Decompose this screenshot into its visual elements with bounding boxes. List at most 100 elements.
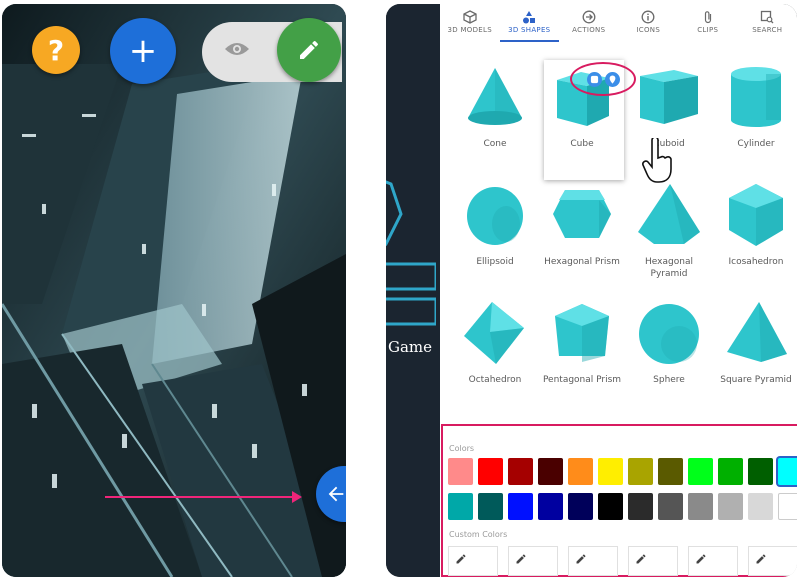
shape-cone[interactable]: Cone [452,62,538,170]
shape-cylinder[interactable]: Cylinder [713,62,797,170]
pencil-icon [300,40,318,59]
shape-label: Hexagonal Prism [544,257,620,267]
shape-label: Ellipsoid [476,257,514,267]
tab-search[interactable]: SEARCH [738,4,797,42]
game-logo-image [386,180,436,326]
library-tab-bar: 3D MODELS 3D SHAPES ACTIONS ICONS CLIPS SEARC… [440,4,797,42]
color-swatch[interactable] [688,493,713,520]
color-swatch[interactable] [598,458,623,485]
cylinder-shape-icon [731,67,781,127]
tab-clips[interactable]: CLIPS [678,4,738,42]
color-swatch[interactable] [628,493,653,520]
plus-icon: + [128,31,158,71]
tab-label: SEARCH [752,26,783,34]
color-swatch[interactable] [568,458,593,485]
location-pin-icon[interactable] [604,71,620,87]
color-swatch[interactable] [748,493,773,520]
ellipsoid-shape-icon [467,187,523,245]
color-picker: Colors Custom Colors [441,424,797,577]
color-swatch[interactable] [508,458,533,485]
pointer-hand-icon [642,138,672,183]
icosa-shape-icon [729,184,783,246]
shape-sqpyramid[interactable]: Square Pyramid [713,298,797,406]
shape-label: Octahedron [468,375,522,385]
color-swatch[interactable] [658,458,683,485]
preview-icon[interactable] [586,71,602,87]
color-swatch[interactable] [718,458,743,485]
octa-shape-icon [464,302,524,364]
tab-3d-shapes[interactable]: 3D SHAPES [499,4,559,42]
add-button[interactable]: + [110,18,176,84]
shape-action-badges [570,62,636,96]
colors-heading: Colors [449,444,475,453]
color-swatch[interactable] [538,458,563,485]
hexpyramid-shape-icon [638,184,700,244]
color-swatch[interactable] [568,493,593,520]
color-swatch[interactable] [778,458,797,485]
custom-color-slot[interactable] [628,546,678,576]
image-search-icon [761,10,774,24]
tab-3d-models[interactable]: 3D MODELS [440,4,500,42]
shapes-icon [523,11,536,24]
actions-icon [582,10,596,24]
paperclip-icon [704,11,711,24]
shape-hexprism[interactable]: Hexagonal Prism [539,180,625,288]
shape-label: Square Pyramid [720,375,792,385]
scene-behind-sheet: Game [386,4,440,577]
color-swatch[interactable] [478,458,503,485]
eye-icon[interactable] [224,40,250,58]
cuboid-shape-icon [640,70,698,124]
sqpyramid-shape-icon [727,302,787,362]
tab-label: ICONS [636,26,661,34]
tab-label: 3D SHAPES [508,26,551,34]
help-button[interactable]: ? [32,26,80,74]
shape-label: Icosahedron [728,257,784,267]
edit-button[interactable] [277,18,341,82]
custom-color-slot[interactable] [448,546,498,576]
cube-outline-icon [463,10,477,24]
shape-label: Hexagonal Pyramid [645,257,693,279]
pencil-icon [576,554,586,564]
color-swatch[interactable] [508,493,533,520]
pentprism-shape-icon [555,304,609,362]
color-swatch[interactable] [448,493,473,520]
custom-color-slot[interactable] [568,546,618,576]
shape-icosa[interactable]: Icosahedron [713,180,797,288]
scene-title-text: Game [388,338,433,356]
color-swatch[interactable] [688,458,713,485]
scene-background-image [2,4,346,577]
custom-color-slot[interactable] [748,546,797,576]
shape-sphere[interactable]: Sphere [626,298,712,406]
custom-color-slot[interactable] [688,546,738,576]
question-icon: ? [47,33,65,67]
pencil-icon [696,554,706,564]
pencil-icon [636,554,646,564]
shape-label: Pentagonal Prism [542,375,622,385]
shape-label: Sphere [653,375,685,385]
color-swatch[interactable] [748,458,773,485]
tab-label: 3D MODELS [447,26,492,34]
pencil-icon [456,554,466,564]
color-swatch[interactable] [538,493,563,520]
shape-hexpyramid[interactable]: Hexagonal Pyramid [626,180,712,288]
tab-label: ACTIONS [572,26,606,34]
color-swatch[interactable] [448,458,473,485]
info-icon [641,10,655,24]
color-swatch[interactable] [718,493,743,520]
shape-label: Cone [483,139,507,149]
color-swatch[interactable] [598,493,623,520]
arrow-left-icon [328,486,344,502]
shape-pentprism[interactable]: Pentagonal Prism [539,298,625,406]
custom-color-slot[interactable] [508,546,558,576]
shape-octa[interactable]: Octahedron [452,298,538,406]
pencil-icon [516,554,526,564]
color-swatch[interactable] [628,458,653,485]
shape-ellipsoid[interactable]: Ellipsoid [452,180,538,288]
tab-icons[interactable]: ICONS [619,4,679,42]
color-swatch[interactable] [478,493,503,520]
shape-label: Cube [570,139,594,149]
tab-actions[interactable]: ACTIONS [559,4,619,42]
tab-label: CLIPS [697,26,719,34]
color-swatch[interactable] [778,493,797,520]
color-swatch[interactable] [658,493,683,520]
